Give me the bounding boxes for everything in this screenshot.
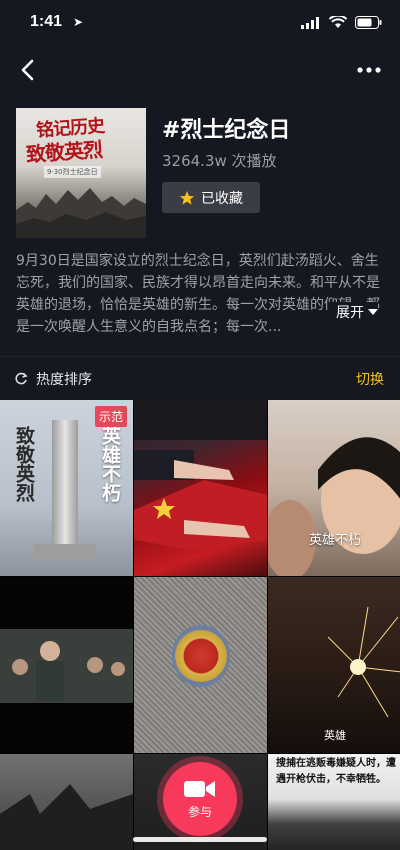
video-tile-2[interactable]	[134, 400, 267, 576]
video-tile-7[interactable]	[0, 754, 133, 850]
more-options-button[interactable]	[354, 56, 384, 84]
back-button[interactable]	[14, 56, 40, 84]
tile-text-right: 英雄不朽	[99, 426, 121, 502]
record-button[interactable]: 参与	[163, 762, 237, 836]
video-tile-3[interactable]: 英雄不朽	[268, 400, 400, 576]
signal-icon	[301, 14, 321, 33]
cover-title-line2: 致敬英烈	[25, 137, 103, 167]
status-time: 1:41	[30, 13, 63, 30]
back-arrow-icon	[21, 59, 34, 81]
refresh-icon	[15, 372, 28, 385]
expand-label: 展开	[336, 305, 364, 321]
nav-bar	[0, 50, 400, 90]
monument-image	[52, 420, 78, 550]
more-dots-icon	[357, 67, 381, 73]
video-camera-icon	[184, 780, 215, 797]
status-icons	[301, 14, 382, 33]
caret-down-icon	[368, 309, 378, 315]
video-tile-6[interactable]: 英雄	[268, 577, 400, 753]
sort-switch-button[interactable]: 切换	[356, 369, 384, 389]
video-tile-9[interactable]: 搜捕在逃贩毒嫌疑人时，遭遇开枪伏击，不幸牺牲。	[268, 754, 400, 850]
video-tile-4[interactable]	[0, 577, 133, 753]
demo-badge: 示范	[94, 406, 127, 427]
monument-base-image	[34, 544, 96, 560]
topic-header: 铭记历史 致敬英烈 9·30烈士纪念日 #烈士纪念日 3264.3w 次播放 已…	[0, 100, 400, 240]
video-tile-5[interactable]	[134, 577, 267, 753]
emblem-image	[172, 625, 230, 687]
flag-hands-image	[134, 400, 267, 550]
tile-text-left: 致敬英烈	[13, 426, 35, 502]
sort-label: 热度排序	[36, 372, 92, 388]
wifi-icon	[328, 14, 348, 33]
favorite-button[interactable]: 已收藏	[162, 182, 260, 213]
favorite-label: 已收藏	[201, 190, 243, 207]
tile-caption: 英雄不朽	[308, 533, 361, 548]
location-arrow-icon: ➤	[73, 15, 84, 29]
cover-subtitle: 9·30烈士纪念日	[44, 166, 101, 178]
sort-selector[interactable]: 热度排序	[14, 369, 92, 389]
expand-button[interactable]: 展开	[328, 302, 378, 322]
soldiers-silhouette-icon	[16, 188, 146, 238]
topic-title: #烈士纪念日	[162, 118, 291, 143]
sort-bar: 热度排序 切换	[0, 356, 400, 398]
home-indicator	[133, 837, 267, 842]
tile-caption: 搜捕在逃贩毒嫌疑人时，遭遇开枪伏击，不幸牺牲。	[276, 758, 396, 785]
topic-cover-image[interactable]: 铭记历史 致敬英烈 9·30烈士纪念日	[16, 108, 146, 238]
video-tile-1[interactable]: 致敬英烈 英雄不朽 示范	[0, 400, 133, 576]
star-icon	[179, 190, 195, 205]
topic-description: 9月30日是国家设立的烈士纪念日，英烈们赴汤蹈火、舍生忘死，我们的国家、民族才得…	[16, 253, 380, 335]
tile-caption: 英雄	[324, 729, 346, 742]
crowd-image	[0, 784, 133, 850]
soldiers-saluting-image	[0, 629, 133, 703]
status-bar: 1:41 ➤	[0, 0, 400, 44]
record-label: 参与	[187, 804, 212, 819]
child-portrait-image	[268, 437, 400, 576]
play-count: 3264.3w 次播放	[162, 152, 277, 170]
battery-icon	[355, 14, 382, 33]
